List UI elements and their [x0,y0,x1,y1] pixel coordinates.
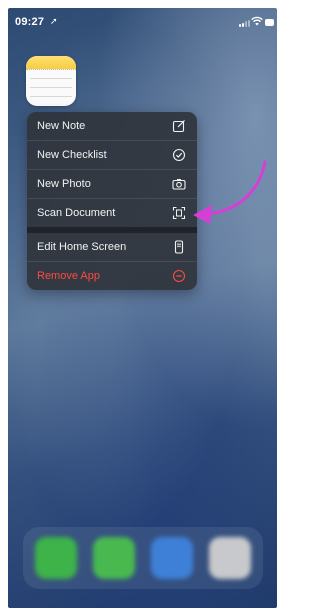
camera-icon [172,179,186,190]
new-photo-action[interactable]: New Photo [27,170,197,198]
annotation-arrow [193,160,267,224]
phone-app-icon[interactable] [35,537,77,579]
menu-item-label: Edit Home Screen [37,241,127,253]
new-checklist-action[interactable]: New Checklist [27,141,197,169]
checkmark-circle-icon [172,148,186,162]
scan-document-icon [172,206,186,220]
location-arrow-icon: ➚ [50,16,58,26]
messages-app-icon[interactable] [93,537,135,579]
status-time: 09:27 [15,16,45,28]
status-bar: 09:27 ➚ [8,8,277,34]
scan-document-action[interactable]: Scan Document [27,199,197,227]
photos-app-icon[interactable] [209,537,251,579]
new-note-action[interactable]: New Note [27,112,197,140]
menu-item-label: Remove App [37,270,100,282]
home-screen: 09:27 ➚ New Note New Checklist New Photo… [8,8,277,608]
remove-app-action[interactable]: Remove App [27,262,197,290]
menu-item-label: New Checklist [37,149,107,161]
menu-item-label: New Photo [37,178,91,190]
menu-item-label: Scan Document [37,207,116,219]
safari-app-icon[interactable] [151,537,193,579]
quick-actions-menu: New Note New Checklist New Photo Scan Do… [27,112,197,290]
edit-home-screen-action[interactable]: Edit Home Screen [27,233,197,261]
battery-icon [265,19,274,26]
compose-icon [172,120,185,133]
dock [23,527,263,589]
notes-app-icon[interactable] [26,56,76,106]
minus-circle-icon [172,269,186,283]
wifi-icon [251,16,263,26]
cellular-signal-icon [239,20,250,27]
phone-edit-icon [174,240,184,254]
menu-item-label: New Note [37,120,86,132]
